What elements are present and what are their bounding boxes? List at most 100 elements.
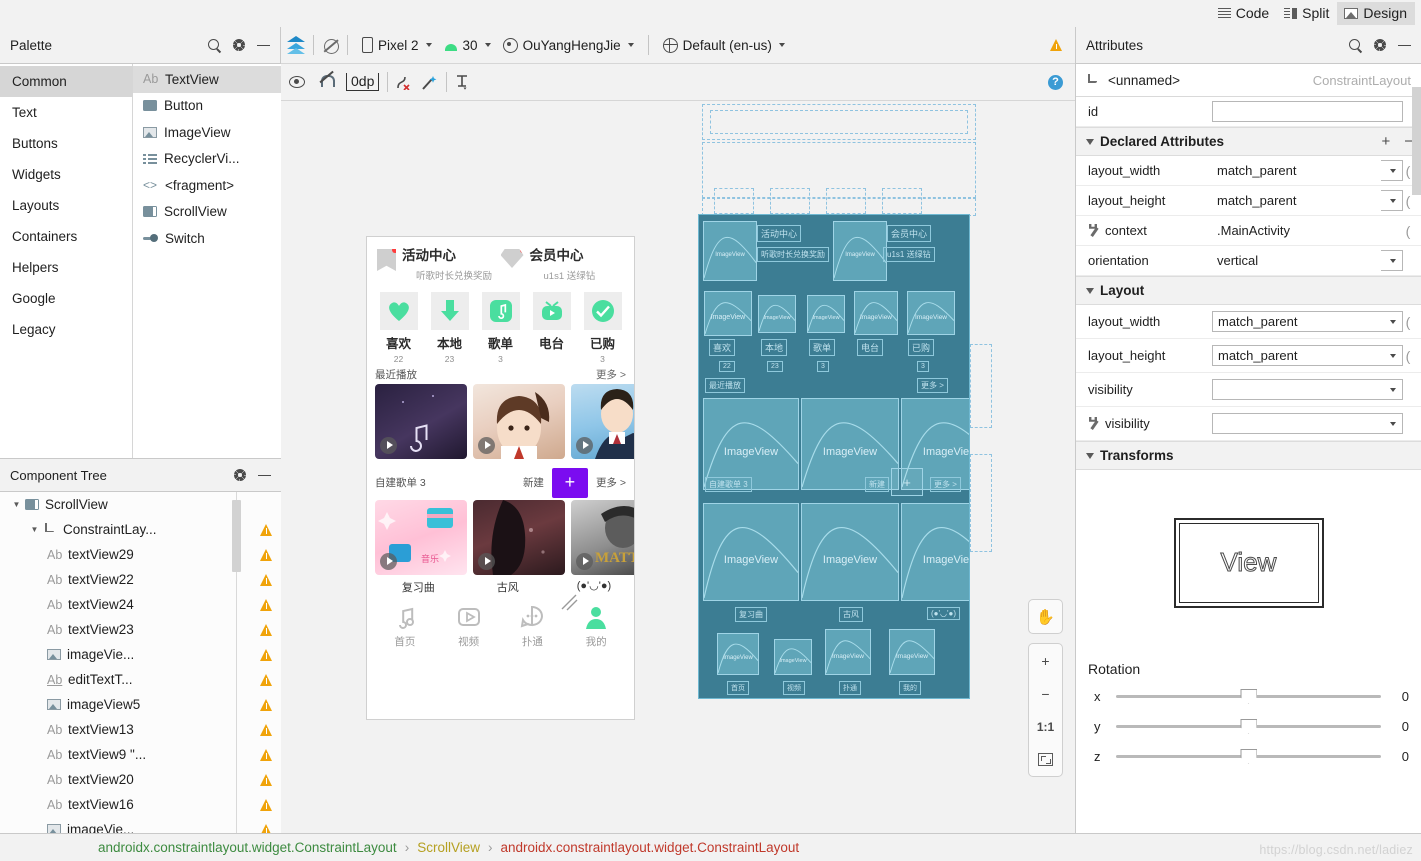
blueprint-text[interactable]: 最近播放	[705, 378, 745, 393]
palette-category-containers[interactable]: Containers	[0, 221, 132, 252]
add-playlist-button[interactable]: +	[551, 467, 588, 498]
layers-icon[interactable]	[287, 36, 305, 54]
help-icon[interactable]: ?	[1048, 74, 1063, 90]
chevron-down-icon[interactable]	[1381, 379, 1403, 400]
zoom-actual-button[interactable]: 1:1	[1029, 710, 1062, 743]
chevron-down-icon[interactable]	[1381, 250, 1403, 271]
blueprint-text[interactable]: 3	[817, 361, 829, 372]
palette-item-fragment[interactable]: <> <fragment>	[133, 172, 281, 199]
section-transforms[interactable]: Transforms	[1076, 441, 1421, 470]
default-margin-value[interactable]: 0dp	[346, 73, 380, 91]
quick-action-purchased[interactable]: 已购 3	[577, 291, 628, 364]
tab-design[interactable]: Design	[1337, 2, 1415, 25]
palette-category-buttons[interactable]: Buttons	[0, 128, 132, 159]
quick-action-radio[interactable]: 电台	[526, 291, 577, 364]
section-declared-attributes[interactable]: Declared Attributes + −	[1076, 127, 1421, 156]
tab-video[interactable]: 视频	[437, 603, 501, 649]
twisty-icon[interactable]: ▼	[28, 525, 41, 534]
palette-item-switch[interactable]: Switch	[133, 225, 281, 252]
infer-constraints-icon[interactable]	[422, 75, 438, 90]
my-playlists-more[interactable]: 更多 >	[596, 475, 626, 490]
blueprint-text[interactable]: 已购	[908, 339, 935, 356]
blueprint-text[interactable]: 古风	[839, 607, 863, 622]
blueprint-surface[interactable]: ImageView 活动中心 听歌时长兑换奖励 ImageView 会员中心 u…	[698, 102, 992, 802]
section-layout[interactable]: Layout	[1076, 276, 1421, 305]
blueprint-text[interactable]: 本地	[761, 339, 788, 356]
palette-category-common[interactable]: Common	[0, 66, 132, 97]
device-selector[interactable]: Pixel 2	[356, 35, 438, 55]
id-input[interactable]	[1212, 101, 1403, 122]
tree-node-textView24[interactable]: Ab textView24	[0, 592, 281, 617]
blueprint-imageview[interactable]: ImageView	[889, 629, 935, 675]
tab-split[interactable]: Split	[1277, 2, 1337, 25]
blueprint-imageview[interactable]: ImageView	[758, 295, 796, 333]
breadcrumb-item-root[interactable]: androidx.constraintlayout.widget.Constra…	[98, 840, 397, 855]
blueprint-text[interactable]: 首页	[727, 681, 749, 695]
device-preview[interactable]: 活动中心 听歌时长兑换奖励 会员中心 u1s1 送绿钻 喜欢 22 本地 23 …	[366, 236, 635, 720]
tree-node-textView16[interactable]: Ab textView16	[0, 792, 281, 817]
tab-code[interactable]: Code	[1211, 2, 1277, 25]
blueprint-text[interactable]: 更多 >	[930, 477, 961, 492]
blueprint-imageview[interactable]: ImageView	[703, 221, 757, 281]
rotation-z-slider[interactable]	[1116, 748, 1381, 764]
tree-node-textView13[interactable]: Ab textView13	[0, 717, 281, 742]
twisty-icon[interactable]: ▼	[10, 500, 23, 509]
play-icon[interactable]	[380, 436, 397, 454]
theme-selector[interactable]: OuYangHengJie	[497, 36, 640, 55]
tree-node-editText[interactable]: Ab editTextT...	[0, 667, 281, 692]
new-playlist-label[interactable]: 新建	[523, 475, 544, 490]
blueprint-text[interactable]: 活动中心	[757, 225, 802, 242]
eye-icon[interactable]	[289, 75, 305, 89]
gear-icon[interactable]	[232, 38, 246, 52]
blueprint-text[interactable]: 喜欢	[709, 339, 736, 356]
card-item[interactable]	[473, 499, 565, 575]
palette-item-button[interactable]: Button	[133, 93, 281, 120]
blueprint-text[interactable]: u1s1 送绿钻	[883, 247, 935, 262]
align-icon[interactable]	[455, 74, 469, 90]
clear-constraints-icon[interactable]	[396, 75, 412, 91]
quick-action-local[interactable]: 本地 23	[424, 291, 475, 364]
blueprint-add-button[interactable]: +	[891, 468, 923, 496]
tree-node-imageView5[interactable]: imageView5	[0, 692, 281, 717]
tree-node-textView23[interactable]: Ab textView23	[0, 617, 281, 642]
tab-home[interactable]: 首页	[373, 603, 437, 649]
chevron-down-icon[interactable]	[1381, 190, 1403, 211]
context-value[interactable]: .MainActivity	[1212, 220, 1403, 241]
blueprint-imageview[interactable]: ImageView	[774, 639, 812, 675]
blueprint-imageview[interactable]: ImageView	[907, 291, 955, 335]
breadcrumb-item-scrollview[interactable]: ScrollView	[417, 840, 480, 855]
visibility-field[interactable]	[1212, 379, 1381, 400]
blueprint-text[interactable]: (●'◡'●)	[927, 607, 961, 620]
blueprint-text[interactable]: 3	[917, 361, 929, 372]
component-tree-body[interactable]: ▼ ScrollView ▼ ConstraintLay... Ab textV…	[0, 492, 281, 860]
orientation-value[interactable]: vertical	[1212, 250, 1381, 271]
blueprint-text[interactable]: 23	[767, 361, 783, 372]
blueprint-text[interactable]: 扑通	[839, 681, 861, 695]
palette-item-scrollview[interactable]: ScrollView	[133, 199, 281, 226]
chevron-down-icon[interactable]	[1381, 311, 1403, 332]
palette-category-legacy[interactable]: Legacy	[0, 314, 132, 345]
blueprint-imageview[interactable]: ImageView	[703, 503, 799, 601]
rotation-x-slider[interactable]	[1116, 688, 1381, 704]
chevron-down-icon[interactable]	[1381, 413, 1403, 434]
palette-category-layouts[interactable]: Layouts	[0, 190, 132, 221]
card-item[interactable]	[473, 383, 565, 459]
device-resize-handle[interactable]	[560, 593, 578, 611]
recent-played-more[interactable]: 更多 >	[596, 367, 626, 382]
gear-icon[interactable]	[1373, 38, 1387, 52]
blueprint-imageview[interactable]: ImageView	[854, 291, 898, 335]
palette-item-textview[interactable]: Ab TextView	[133, 66, 281, 93]
blueprint-text[interactable]: 我的	[899, 681, 921, 695]
zoom-in-button[interactable]: +	[1029, 644, 1062, 677]
chevron-down-icon[interactable]	[1381, 345, 1403, 366]
palette-category-google[interactable]: Google	[0, 283, 132, 314]
tree-node-textView9[interactable]: Ab textView9 "...	[0, 742, 281, 767]
blueprint-text[interactable]: 歌单	[809, 339, 836, 356]
play-icon[interactable]	[576, 436, 593, 454]
blueprint-imageview[interactable]: ImageView	[704, 291, 752, 336]
minimize-icon[interactable]	[257, 39, 270, 52]
palette-category-widgets[interactable]: Widgets	[0, 159, 132, 190]
blueprint-text[interactable]: 听歌时长兑换奖励	[757, 247, 829, 262]
blueprint-imageview[interactable]: ImageView	[801, 503, 899, 601]
play-icon[interactable]	[478, 436, 495, 454]
